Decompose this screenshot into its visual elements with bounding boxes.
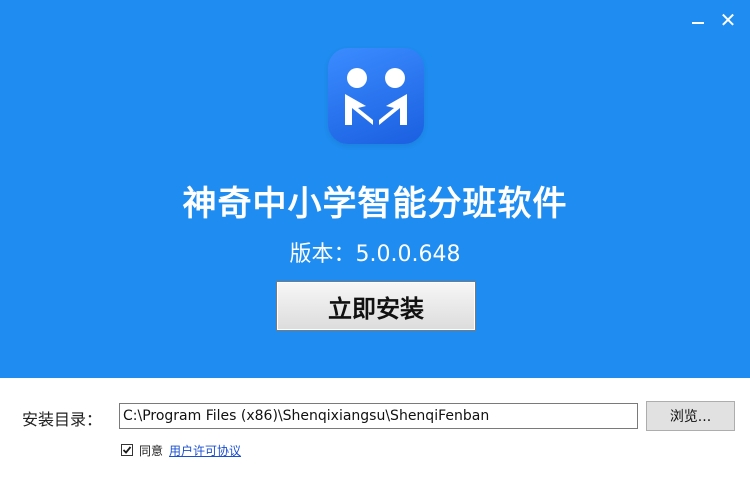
checkmark-icon (122, 446, 132, 454)
install-dir-label: 安装目录： (22, 410, 103, 429)
app-title: 神奇中小学智能分班软件 (182, 184, 568, 224)
agree-label: 同意 (139, 443, 164, 458)
install-dir-input[interactable] (119, 403, 638, 429)
minimize-icon (692, 22, 704, 24)
app-version: 版本：5.0.0.648 (289, 242, 461, 267)
agreement-row: 同意 用户许可协议 (121, 442, 241, 458)
header-banner: ✕ 神奇中小学智能分班软件 版本：5.0.0.648 立即安装 (0, 0, 750, 378)
install-now-button[interactable]: 立即安装 (276, 281, 476, 331)
browse-button[interactable]: 浏览... (646, 401, 735, 431)
license-agreement-link[interactable]: 用户许可协议 (169, 442, 241, 459)
app-logo-icon (328, 48, 424, 144)
close-icon: ✕ (719, 8, 737, 32)
close-button[interactable]: ✕ (714, 6, 742, 34)
minimize-button[interactable] (684, 6, 712, 34)
agree-checkbox[interactable] (121, 444, 133, 456)
